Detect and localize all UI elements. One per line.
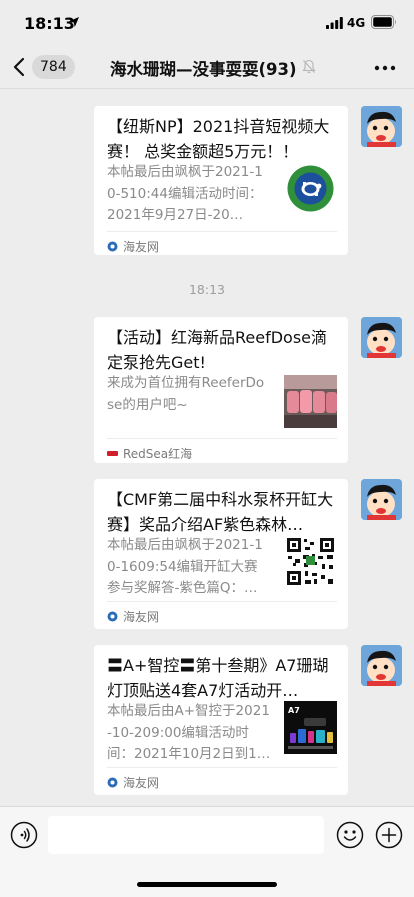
- thumb-label: A7: [288, 706, 300, 715]
- voice-icon[interactable]: [10, 821, 38, 849]
- sender-avatar[interactable]: [361, 317, 402, 358]
- card-thumbnail: [284, 375, 337, 428]
- more-options-icon[interactable]: [374, 65, 396, 71]
- source-logo-icon: [107, 777, 118, 788]
- card-title: 【活动】红海新品ReefDose滴定泵抢先Get!: [107, 328, 328, 372]
- plus-icon[interactable]: [375, 821, 403, 849]
- source-name: 海友网: [123, 776, 160, 790]
- status-bar: 18:13 4G: [0, 0, 414, 46]
- source-name: RedSea红海: [123, 447, 193, 461]
- sender-avatar[interactable]: [361, 479, 402, 520]
- time-divider: 18:13: [188, 282, 226, 297]
- light-product-icon: A7: [284, 701, 337, 754]
- chat-title: 海水珊瑚—没事耍耍(93): [110, 60, 297, 79]
- card-source: 海友网: [107, 767, 337, 795]
- emoji-icon[interactable]: [336, 821, 364, 849]
- cartoon-avatar-icon: [361, 479, 402, 520]
- cartoon-avatar-icon: [361, 645, 402, 686]
- card-thumbnail: A7: [284, 701, 337, 754]
- card-source: RedSea红海: [107, 438, 337, 463]
- location-arrow-icon: [69, 17, 79, 27]
- cartoon-avatar-icon: [361, 106, 402, 147]
- card-thumbnail: [284, 162, 337, 215]
- card-title: 【CMF第二届中科水泵杯开缸大赛】奖品介绍AF紫色森林…: [107, 490, 334, 534]
- input-bar: [0, 806, 414, 897]
- home-indicator: [137, 882, 277, 887]
- unread-count-badge[interactable]: 784: [32, 55, 75, 79]
- card-description: 来成为首位拥有ReeferDose的用户吧~: [107, 375, 265, 413]
- card-title: 〓A+智控〓第十叁期》A7珊瑚灯顶贴送4套A7灯活动开…: [107, 656, 329, 700]
- link-card[interactable]: 【CMF第二届中科水泵杯开缸大赛】奖品介绍AF紫色森林… 本帖最后由飒枫于202…: [94, 479, 348, 629]
- mute-bell-icon: [302, 59, 316, 74]
- product-photo-icon: [284, 375, 337, 428]
- card-title: 【纽斯NP】2021抖音短视频大赛！ 总奖金额超5万元！！: [107, 117, 330, 161]
- message-input[interactable]: [48, 816, 324, 854]
- card-description: 本帖最后由飒枫于2021-10-1609:54编辑开缸大赛参与奖解答-紫色篇Q：…: [107, 537, 263, 596]
- card-description: 本帖最后由飒枫于2021-10-510:44编辑活动时间：2021年9月27日-…: [107, 164, 263, 223]
- source-logo-icon: [107, 241, 118, 252]
- sender-avatar[interactable]: [361, 106, 402, 147]
- card-source: 海友网: [107, 601, 337, 629]
- link-card[interactable]: 【活动】红海新品ReefDose滴定泵抢先Get! 来成为首位拥有ReeferD…: [94, 317, 348, 463]
- card-source: 海友网: [107, 231, 337, 255]
- link-card[interactable]: 【纽斯NP】2021抖音短视频大赛！ 总奖金额超5万元！！ 本帖最后由飒枫于20…: [94, 106, 348, 255]
- turtle-logo-icon: [284, 162, 337, 215]
- source-name: 海友网: [123, 240, 160, 254]
- sender-avatar[interactable]: [361, 645, 402, 686]
- cartoon-avatar-icon: [361, 317, 402, 358]
- redsea-logo-icon: [107, 451, 118, 456]
- signal-bars-icon: [326, 17, 343, 29]
- source-logo-icon: [107, 611, 118, 622]
- back-chevron-icon[interactable]: [12, 56, 26, 78]
- card-thumbnail: [284, 535, 337, 588]
- link-card[interactable]: 〓A+智控〓第十叁期》A7珊瑚灯顶贴送4套A7灯活动开… 本帖最后由A+智控于2…: [94, 645, 348, 795]
- network-type: 4G: [347, 16, 366, 30]
- qr-code-icon: [284, 535, 337, 588]
- card-description: 本帖最后由A+智控于2021-10-209:00编辑活动时间：2021年10月2…: [107, 703, 271, 762]
- source-name: 海友网: [123, 610, 160, 624]
- chat-header: 784 海水珊瑚—没事耍耍(93): [0, 46, 414, 89]
- battery-icon: [371, 15, 396, 29]
